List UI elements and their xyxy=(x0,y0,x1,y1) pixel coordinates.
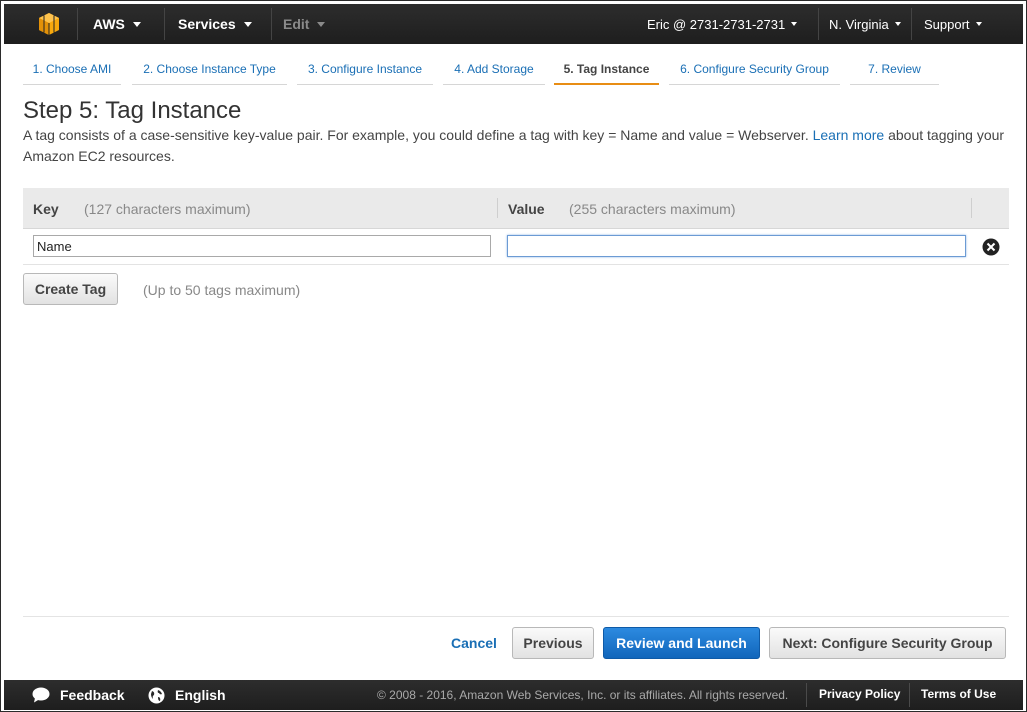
account-menu[interactable]: Eric @ 2731-2731-2731 xyxy=(647,4,798,44)
bottom-bar: Feedback English © 2008 - 2016, Amazon W… xyxy=(4,680,1023,710)
terms-of-use-link[interactable]: Terms of Use xyxy=(921,687,996,701)
page-title: Step 5: Tag Instance xyxy=(23,97,242,124)
nav-divider xyxy=(164,8,165,40)
tag-key-input[interactable] xyxy=(33,235,491,257)
edit-menu-label: Edit xyxy=(283,16,310,32)
key-column-hint: (127 characters maximum) xyxy=(84,201,251,217)
column-divider xyxy=(971,198,972,218)
tab-add-storage[interactable]: 4. Add Storage xyxy=(443,57,545,85)
services-menu[interactable]: Services xyxy=(178,4,252,44)
support-menu-label: Support xyxy=(924,16,970,32)
copyright-text: © 2008 - 2016, Amazon Web Services, Inc.… xyxy=(377,688,789,702)
chevron-down-icon xyxy=(791,22,798,26)
description-text: A tag consists of a case-sensitive key-v… xyxy=(23,127,813,143)
footer-divider xyxy=(806,683,807,707)
value-column-hint: (255 characters maximum) xyxy=(569,201,736,217)
language-label: English xyxy=(175,687,226,703)
review-and-launch-button[interactable]: Review and Launch xyxy=(603,627,760,659)
chevron-down-icon xyxy=(317,21,326,27)
divider xyxy=(23,616,1009,617)
aws-menu[interactable]: AWS xyxy=(93,4,141,44)
tab-review[interactable]: 7. Review xyxy=(850,57,939,85)
region-menu-label: N. Virginia xyxy=(829,16,889,32)
tab-tag-instance[interactable]: 5. Tag Instance xyxy=(554,57,659,85)
tab-configure-instance[interactable]: 3. Configure Instance xyxy=(297,57,433,85)
globe-icon xyxy=(148,687,165,703)
tag-row xyxy=(23,229,1009,265)
column-divider xyxy=(497,198,498,218)
nav-divider xyxy=(77,8,78,40)
language-selector[interactable]: English xyxy=(148,680,226,710)
account-menu-label: Eric @ 2731-2731-2731 xyxy=(647,16,786,32)
learn-more-link[interactable]: Learn more xyxy=(813,127,885,143)
speech-bubble-icon xyxy=(32,687,50,703)
chevron-down-icon xyxy=(132,21,141,27)
key-column-header: Key xyxy=(33,201,59,217)
tab-choose-instance-type[interactable]: 2. Choose Instance Type xyxy=(132,57,287,85)
chevron-down-icon xyxy=(243,21,252,27)
create-tag-hint: (Up to 50 tags maximum) xyxy=(143,282,301,298)
previous-button[interactable]: Previous xyxy=(512,627,594,659)
aws-menu-label: AWS xyxy=(93,16,125,32)
edit-menu[interactable]: Edit xyxy=(283,4,326,44)
region-menu[interactable]: N. Virginia xyxy=(829,4,901,44)
top-nav-bar: AWS Services Edit Eric @ 2731-2731-2731 … xyxy=(4,4,1023,44)
privacy-policy-link[interactable]: Privacy Policy xyxy=(819,687,900,701)
tag-value-input[interactable] xyxy=(507,235,966,257)
next-configure-security-group-button[interactable]: Next: Configure Security Group xyxy=(769,627,1006,659)
nav-divider xyxy=(911,8,912,40)
feedback-button[interactable]: Feedback xyxy=(32,680,125,710)
support-menu[interactable]: Support xyxy=(924,4,982,44)
create-tag-button[interactable]: Create Tag xyxy=(23,273,118,305)
feedback-label: Feedback xyxy=(60,687,125,703)
browser-frame: AWS Services Edit Eric @ 2731-2731-2731 … xyxy=(0,0,1027,712)
footer-divider xyxy=(909,683,910,707)
remove-circle-icon[interactable] xyxy=(982,238,1000,256)
aws-cube-icon[interactable] xyxy=(37,12,61,36)
tag-table-header: Key (127 characters maximum) Value (255 … xyxy=(23,188,1009,229)
services-menu-label: Services xyxy=(178,16,236,32)
tab-choose-ami[interactable]: 1. Choose AMI xyxy=(23,57,121,85)
page-description: A tag consists of a case-sensitive key-v… xyxy=(23,125,1008,167)
nav-divider xyxy=(818,8,819,40)
value-column-header: Value xyxy=(508,201,545,217)
tab-configure-security-group[interactable]: 6. Configure Security Group xyxy=(669,57,840,85)
chevron-down-icon xyxy=(975,22,982,26)
chevron-down-icon xyxy=(894,22,901,26)
nav-divider xyxy=(271,8,272,40)
cancel-link[interactable]: Cancel xyxy=(451,635,497,651)
